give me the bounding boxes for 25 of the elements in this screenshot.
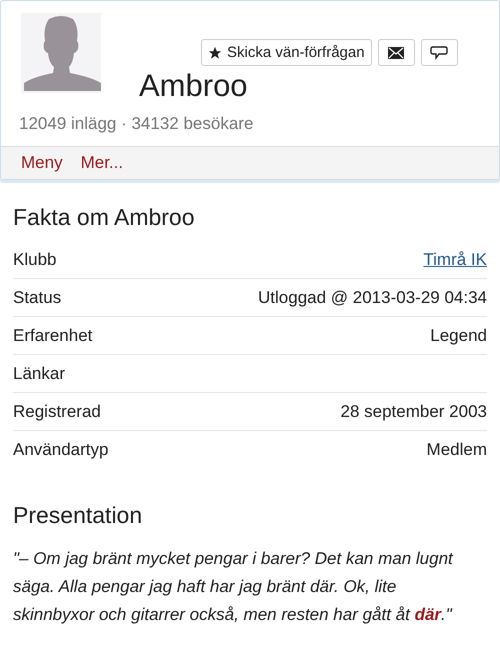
fact-label: Status: [13, 288, 62, 308]
fact-label: Användartyp: [13, 440, 108, 460]
fact-label: Registrerad: [13, 402, 101, 422]
avatar-silhouette-icon: [21, 13, 101, 93]
fact-value: Medlem: [426, 440, 487, 460]
section-heading: Fakta om Ambroo: [13, 204, 196, 231]
section-heading: Presentation: [13, 502, 144, 529]
comment-button[interactable]: [420, 39, 458, 66]
menu-link[interactable]: Mer...: [80, 153, 124, 173]
presentation-text: "– Om jag bränt mycket pengar i barer? Det kan man lugnt säga. Alla pengar jag haft har jag bränt där. Ok, lite skinnbyxor och gitarrer också, men resten har gått åt där.": [13, 548, 454, 626]
menu-link[interactable]: Meny: [21, 153, 63, 173]
profile-stats: 12049 inlägg · 34132 besökare: [18, 113, 254, 135]
fact-label: Länkar: [13, 364, 65, 384]
friend-request-button[interactable]: Skicka vän-förfrågan: [201, 39, 372, 66]
fact-label: Klubb: [13, 250, 56, 270]
star-icon: [208, 46, 222, 60]
fact-value: Utloggad @ 2013-03-29 04:34: [258, 288, 487, 308]
fact-label: Erfarenhet: [13, 326, 92, 346]
fact-value: 28 september 2003: [340, 402, 487, 422]
username-heading: Ambroo: [139, 67, 249, 105]
fact-value: Legend: [430, 326, 487, 346]
message-button[interactable]: [378, 39, 415, 66]
envelope-icon: [388, 46, 404, 58]
fact-link[interactable]: Timrå IK: [423, 250, 487, 270]
speech-bubble-icon: [430, 46, 448, 60]
